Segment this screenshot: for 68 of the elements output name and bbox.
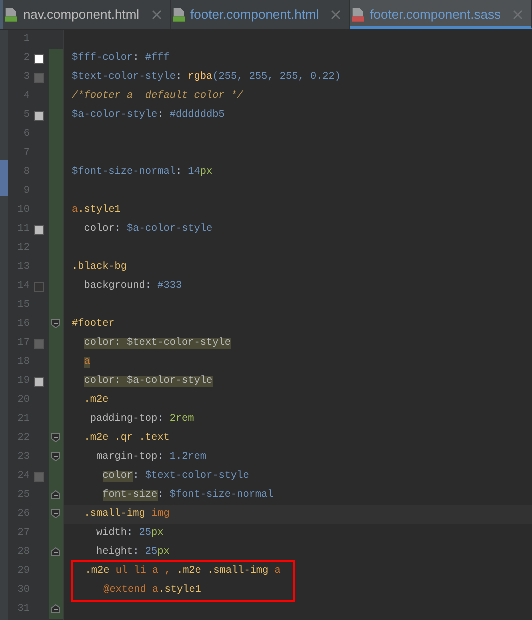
code-token: px (158, 547, 170, 558)
code-token: .m2e (85, 566, 111, 577)
code-token: px (200, 167, 213, 178)
code-token: padding-top (90, 414, 158, 425)
code-token: #fff (145, 53, 170, 64)
code-token: ul li a , (116, 566, 172, 577)
code-token: .style1 (158, 585, 202, 596)
code-token: $font-size-normal (72, 167, 176, 178)
fold-icon[interactable] (51, 319, 61, 329)
code-token: .m2e .small-img (176, 566, 270, 577)
code-token: img (151, 509, 170, 520)
code-token: rgba (188, 72, 213, 83)
editor-tab[interactable]: nav.component.html (3, 0, 171, 29)
code-token: : (158, 452, 165, 463)
code-token: background (84, 281, 146, 292)
tab-label: footer.component.sass (370, 7, 501, 22)
code-token: @extend (104, 585, 148, 596)
code-token: : (145, 281, 152, 292)
code-token: px (152, 528, 164, 539)
code-token: color: $a-color-style (84, 376, 213, 387)
code-token: $a-color-style (127, 224, 213, 235)
code-token: .small-img (84, 509, 146, 520)
fold-icon[interactable] (51, 452, 61, 462)
code-token: 25 (145, 547, 158, 558)
code-token: $a-color-style (72, 110, 158, 121)
code-token: color: $text-color-style (84, 338, 231, 349)
code-token: margin-top (96, 452, 158, 463)
code-token: : (133, 471, 140, 482)
code-token: : (133, 53, 140, 64)
code-token: .black-bg (72, 262, 128, 273)
code-token: : (176, 167, 184, 178)
code-token: : (114, 224, 122, 235)
code-token: : (158, 490, 165, 501)
code-token: color (102, 471, 134, 482)
code-token: a (84, 357, 90, 368)
code-token: #333 (158, 281, 182, 292)
code-token: #footer (72, 319, 115, 330)
code-token: a (274, 566, 281, 577)
code-token: : (133, 547, 140, 558)
code-token: /*footer a default color */ (72, 91, 244, 102)
code-token: color (84, 224, 115, 235)
code-token: .style1 (78, 205, 121, 216)
code-token: $text-color-style (145, 471, 250, 482)
code-token: : (127, 528, 134, 539)
code-token: a (152, 585, 159, 596)
code-token: 25 (139, 528, 152, 539)
fold-icon[interactable] (51, 433, 61, 443)
tab-label: footer.component.html (190, 7, 320, 22)
code-token: .m2e (84, 395, 109, 406)
fold-icon[interactable] (51, 509, 61, 519)
code-token: 1.2rem (170, 452, 207, 463)
code-token: $fff-color (72, 53, 134, 64)
code-token: .m2e .qr .text (84, 433, 170, 444)
code-token: width (96, 528, 128, 539)
editor-tab[interactable]: footer.component.sass (350, 0, 532, 29)
code-token: 14 (188, 167, 200, 178)
code-token: : (176, 72, 184, 83)
code-token: height (96, 547, 134, 558)
code-token: $font-size-normal (170, 490, 274, 501)
code-token: $text-color-style (72, 72, 176, 83)
code-token: : (158, 414, 165, 425)
code-token: : (158, 110, 165, 121)
tab-label: nav.component.html (23, 7, 140, 22)
code-token: (255, 255, 255, 0.22) (212, 72, 342, 83)
code-token: 2rem (170, 414, 194, 425)
code-token: #ddddddb5 (170, 110, 225, 121)
code-token: font-size (102, 490, 158, 501)
code-token: a (72, 205, 78, 216)
